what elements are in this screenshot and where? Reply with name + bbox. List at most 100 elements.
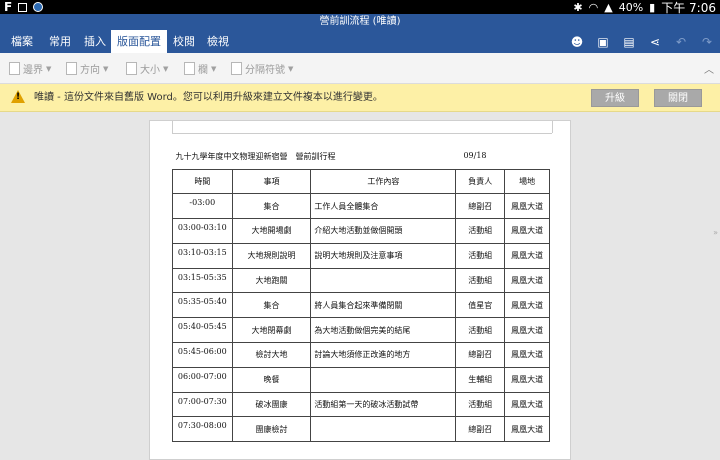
column-header-owner: 負責人	[455, 168, 506, 195]
table-cell-content: 將人員集合起來準備閉關	[310, 292, 457, 319]
battery-icon: ▮	[649, 0, 656, 14]
breaks-label: 分隔符號	[245, 65, 285, 76]
crop-mark	[172, 121, 173, 133]
layout-toolbar: 邊界 ▼ 方向 ▼ 大小 ▼ 欄 ▼ 分隔符號 ▼ ︿	[0, 53, 720, 84]
table-row: 03:10-03:15 大地規則說明 說明大地規則及注意事項 活動組 鳳凰大道	[172, 242, 550, 269]
table-cell-time: 07:00-07:30	[172, 391, 233, 418]
chevron-down-icon: ▼	[103, 64, 109, 73]
side-panel-chevron-icon[interactable]: »	[713, 228, 718, 237]
tab-file[interactable]: 檔案	[5, 30, 39, 53]
crop-mark	[552, 121, 553, 133]
read-only-message-bar: ! 唯讀 - 這份文件來自舊版 Word。您可以利用升級來建立文件複本以進行變更…	[0, 84, 720, 112]
orientation-icon	[66, 62, 77, 75]
tab-insert[interactable]: 插入	[78, 30, 112, 53]
undo-icon[interactable]: ↶	[673, 34, 689, 50]
document-date: 09/18	[463, 151, 487, 161]
tab-review[interactable]: 校閱	[167, 30, 201, 53]
chevron-down-icon: ▼	[211, 64, 217, 73]
tab-layout[interactable]: 版面配置	[111, 30, 167, 53]
table-cell-owner: 活動組	[455, 391, 506, 418]
table-cell-time: 06:00-07:00	[172, 366, 233, 393]
column-header-content: 工作內容	[310, 168, 457, 195]
notification-icon	[18, 2, 28, 12]
margins-icon	[9, 62, 20, 75]
tab-view[interactable]: 檢視	[201, 30, 235, 53]
chevron-down-icon: ▼	[46, 64, 52, 73]
table-cell-time: 07:30-08:00	[172, 416, 233, 443]
table-cell-item: 集合	[231, 193, 312, 220]
table-cell-place: 鳳凰大道	[504, 267, 550, 294]
schedule-table: 九十九學年度中文物理迎新宿營 營前訓行程 09/18 時間 事項 工作內容 負責…	[172, 145, 550, 443]
table-cell-content: 活動組第一天的破冰活動試帶	[310, 391, 457, 418]
table-cell-item: 大地跑關	[231, 267, 312, 294]
column-header-item: 事項	[231, 168, 312, 195]
table-cell-item: 大地規則說明	[231, 242, 312, 269]
table-row: 05:45-06:00 檢討大地 討論大地須修正改進的地方 總副召 鳳凰大道	[172, 342, 550, 368]
table-row: 05:40-05:45 大地閉幕劇 為大地活動做個完美的結尾 活動組 鳳凰大道	[172, 317, 550, 344]
table-cell-item: 破冰團康	[231, 391, 312, 418]
app-icon: F	[4, 0, 13, 14]
table-cell-time: 05:40-05:45	[172, 317, 233, 344]
table-cell-item: 團康檢討	[231, 416, 312, 443]
table-row: 07:30-08:00 團康檢討 總副召 鳳凰大道	[172, 416, 550, 443]
dismiss-button[interactable]: 關閉	[654, 89, 702, 107]
table-cell-owner: 總副召	[455, 193, 506, 220]
table-cell-time: 05:35-05:40	[172, 292, 233, 319]
warning-icon: !	[11, 90, 25, 103]
table-cell-item: 大地開場劇	[231, 218, 312, 244]
orientation-button[interactable]: 方向 ▼	[66, 61, 108, 76]
margins-button[interactable]: 邊界 ▼	[9, 61, 51, 76]
table-cell-place: 鳳凰大道	[504, 317, 550, 344]
ribbon-tabs: 檔案 常用 插入 版面配置 校閱 檢視 ☻ ▣ ▤ ⋖ ↶ ↷	[0, 30, 720, 53]
reading-view-icon[interactable]: ▤	[621, 34, 637, 50]
tab-home[interactable]: 常用	[43, 30, 77, 53]
table-cell-content: 討論大地須修正改進的地方	[310, 342, 457, 368]
table-cell-time: 05:45-06:00	[172, 342, 233, 368]
table-cell-item: 集合	[231, 292, 312, 319]
columns-icon	[184, 62, 195, 75]
wifi-icon: ◠	[588, 0, 599, 14]
document-title-bar: 營前訓流程 (唯讀)	[0, 14, 720, 30]
redo-icon[interactable]: ↷	[699, 34, 715, 50]
chevron-down-icon: ▼	[288, 64, 294, 73]
table-cell-place: 鳳凰大道	[504, 342, 550, 368]
table-row: 03:00-03:10 大地開場劇 介紹大地活動並做個開頭 活動組 鳳凰大道	[172, 218, 550, 244]
share-icon[interactable]: ⋖	[647, 34, 663, 50]
table-cell-time: 03:10-03:15	[172, 242, 233, 269]
table-header-row: 時間 事項 工作內容 負責人 場地	[172, 168, 550, 195]
columns-label: 欄	[198, 65, 208, 76]
breaks-icon	[231, 62, 242, 75]
upgrade-button[interactable]: 升級	[591, 89, 639, 107]
browser-icon	[33, 2, 44, 12]
table-row: -03:00 集合 工作人員全體集合 總副召 鳳凰大道	[172, 193, 550, 220]
table-cell-owner: 活動組	[455, 242, 506, 269]
column-header-place: 場地	[504, 168, 550, 195]
collapse-ribbon-icon[interactable]: ︿	[704, 61, 714, 76]
table-cell-item: 晚餐	[231, 366, 312, 393]
smiley-icon[interactable]: ☻	[569, 34, 585, 50]
table-row: 03:15-05:35 大地跑關 活動組 鳳凰大道	[172, 267, 550, 294]
table-cell-item: 大地閉幕劇	[231, 317, 312, 344]
breaks-button[interactable]: 分隔符號 ▼	[231, 61, 293, 76]
status-bar: F ✱ ◠ ▲ 40% ▮ 下午 7:06	[0, 0, 720, 15]
table-cell-place: 鳳凰大道	[504, 218, 550, 244]
table-cell-place: 鳳凰大道	[504, 292, 550, 319]
document-page[interactable]: 九十九學年度中文物理迎新宿營 營前訓行程 09/18 時間 事項 工作內容 負責…	[149, 120, 571, 460]
document-title: 營前訓流程 (唯讀)	[319, 16, 401, 27]
margins-label: 邊界	[23, 65, 43, 76]
table-cell-content	[310, 416, 457, 443]
table-cell-owner: 值星官	[455, 292, 506, 319]
size-label: 大小	[140, 65, 160, 76]
bluetooth-icon: ✱	[573, 0, 583, 14]
table-cell-owner: 活動組	[455, 267, 506, 294]
document-heading-text: 九十九學年度中文物理迎新宿營 營前訓行程	[175, 152, 336, 162]
table-cell-owner: 生輔組	[455, 366, 506, 393]
table-cell-time: 03:00-03:10	[172, 218, 233, 244]
save-icon[interactable]: ▣	[595, 34, 611, 50]
battery-level: 40%	[618, 0, 644, 14]
table-cell-owner: 總副召	[455, 416, 506, 443]
table-cell-content	[310, 366, 457, 393]
size-button[interactable]: 大小 ▼	[126, 61, 168, 76]
columns-button[interactable]: 欄 ▼	[184, 61, 216, 76]
table-cell-content: 工作人員全體集合	[310, 193, 457, 220]
